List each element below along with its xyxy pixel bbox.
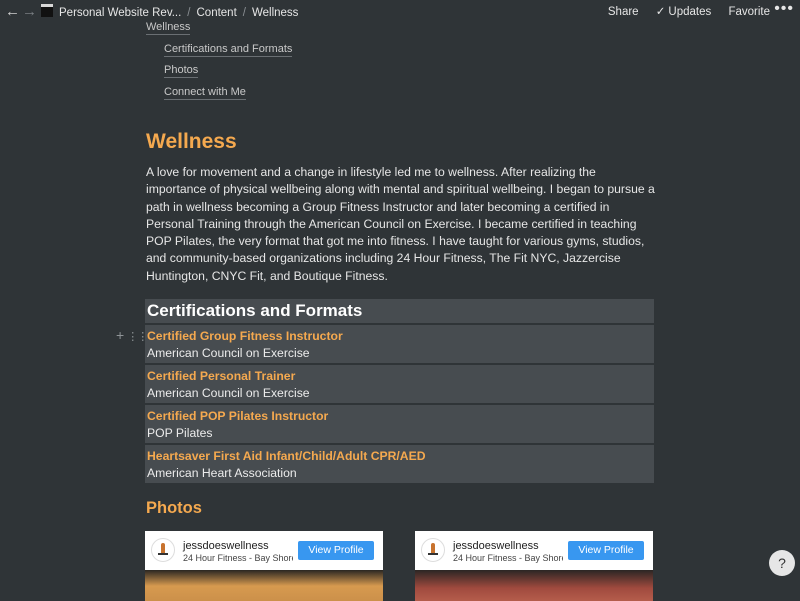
checkmark-icon: ✓	[655, 6, 666, 18]
toc-item-connect[interactable]: Connect with Me	[164, 86, 246, 100]
back-arrow-icon[interactable]: ←	[5, 3, 20, 20]
photos-heading: Photos	[146, 499, 202, 517]
add-block-icon[interactable]: +	[116, 327, 124, 343]
instagram-embed-card: jessdoeswellness 24 Hour Fitness - Bay S…	[415, 531, 653, 601]
page-icon	[41, 4, 53, 17]
instagram-username[interactable]: jessdoeswellness	[453, 540, 539, 552]
cert-item: Certified Group Fitness Instructor Ameri…	[145, 325, 654, 363]
cert-title: Certified Personal Trainer	[147, 369, 296, 383]
cert-item: Certified Personal Trainer American Coun…	[145, 365, 654, 403]
instagram-photo[interactable]	[415, 570, 653, 601]
updates-button[interactable]: ✓ Updates	[656, 6, 711, 18]
breadcrumb-separator: /	[187, 7, 191, 19]
view-profile-button[interactable]: View Profile	[298, 541, 374, 560]
cert-item: Heartsaver First Aid Infant/Child/Adult …	[145, 445, 654, 483]
view-profile-button[interactable]: View Profile	[568, 541, 644, 560]
favorite-button[interactable]: Favorite	[728, 6, 770, 18]
instagram-location[interactable]: 24 Hour Fitness - Bay Shore	[453, 553, 563, 563]
avatar[interactable]	[151, 538, 175, 562]
cert-item: Certified POP Pilates Instructor POP Pil…	[145, 405, 654, 443]
cert-title: Heartsaver First Aid Infant/Child/Adult …	[147, 449, 426, 463]
breadcrumb-separator: /	[242, 7, 246, 19]
page-title: Wellness	[146, 130, 237, 153]
share-button[interactable]: Share	[608, 6, 639, 18]
topbar-actions: Share ✓ Updates Favorite	[594, 4, 770, 18]
certifications-heading: Certifications and Formats	[145, 299, 654, 323]
breadcrumb-item-wellness[interactable]: Wellness	[252, 7, 298, 19]
cert-org: American Council on Exercise	[147, 346, 310, 360]
forward-arrow-icon[interactable]: →	[22, 3, 37, 20]
cert-org: American Council on Exercise	[147, 386, 310, 400]
updates-label: Updates	[668, 6, 712, 18]
toc-item-photos[interactable]: Photos	[164, 64, 199, 78]
block-handles: + ⋮⋮	[116, 327, 148, 343]
more-icon[interactable]: •••	[774, 0, 794, 18]
help-icon[interactable]: ?	[769, 550, 795, 576]
cert-org: POP Pilates	[147, 426, 213, 440]
top-bar: ← → Personal Website Rev... / Content / Well…	[0, 0, 800, 22]
breadcrumb-item-workspace[interactable]: Personal Website Rev...	[59, 7, 181, 19]
cert-org: American Heart Association	[147, 466, 297, 480]
toc-item-certifications[interactable]: Certifications and Formats	[164, 43, 293, 57]
breadcrumb: Personal Website Rev... / Content / Wellness	[41, 4, 298, 19]
toc-item-wellness[interactable]: Wellness	[146, 21, 191, 35]
avatar[interactable]	[421, 538, 445, 562]
instagram-location[interactable]: 24 Hour Fitness - Bay Shore	[183, 553, 293, 563]
certifications-block: Certifications and Formats Certified Gro…	[145, 299, 654, 483]
breadcrumb-item-content[interactable]: Content	[197, 7, 237, 19]
instagram-photo[interactable]	[145, 570, 383, 601]
instagram-username[interactable]: jessdoeswellness	[183, 540, 269, 552]
instagram-embed-card: jessdoeswellness 24 Hour Fitness - Bay S…	[145, 531, 383, 601]
cert-title: Certified POP Pilates Instructor	[147, 409, 329, 423]
intro-paragraph: A love for movement and a change in life…	[146, 165, 655, 283]
cert-title: Certified Group Fitness Instructor	[147, 329, 343, 343]
